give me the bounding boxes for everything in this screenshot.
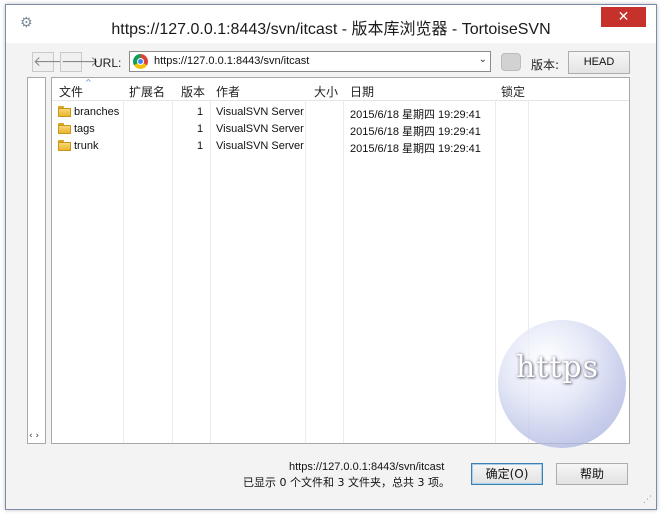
folder-icon <box>58 140 71 151</box>
sort-ascending-icon: ^ <box>85 78 92 87</box>
item-author: VisualSVN Server <box>216 140 304 152</box>
item-name: branches <box>74 106 120 118</box>
ok-button[interactable]: 确定(O) <box>471 463 543 485</box>
repo-browser-window: ⚙ https://127.0.0.1:8443/svn/itcast - 版本… <box>5 4 657 510</box>
close-button[interactable]: ✕ <box>601 7 646 27</box>
folder-icon <box>58 106 71 117</box>
item-name: tags <box>74 123 95 135</box>
chrome-icon <box>133 54 148 69</box>
folder-icon <box>58 123 71 134</box>
toolbar: 🡐 🡒 URL: https://127.0.0.1:8443/svn/itca… <box>6 47 656 77</box>
item-author: VisualSVN Server <box>216 106 304 118</box>
pane-split-arrows-icon[interactable]: ‹ › <box>29 431 39 441</box>
status-summary: 已显示 0 个文件和 3 文件夹，总共 3 项。 <box>243 476 450 489</box>
header-date[interactable]: 日期 <box>350 83 374 100</box>
title-bar: ⚙ https://127.0.0.1:8443/svn/itcast - 版本… <box>6 5 656 43</box>
item-name: trunk <box>74 140 99 152</box>
item-author: VisualSVN Server <box>216 123 304 135</box>
help-button[interactable]: 帮助 <box>556 463 628 485</box>
https-watermark-text: https <box>516 350 600 385</box>
window-title: https://127.0.0.1:8443/svn/itcast - 版本库浏… <box>111 21 551 38</box>
list-header: 文件 ^ 扩展名 版本 作者 大小 日期 锁定 <box>52 78 629 101</box>
item-date: 2015/6/18 星期四 19:29:41 <box>350 126 481 138</box>
url-value: https://127.0.0.1:8443/svn/itcast <box>154 55 310 67</box>
revision-label: 版本: <box>531 58 560 72</box>
header-rev[interactable]: 版本 <box>181 83 205 100</box>
tree-pane[interactable]: ‹ › <box>27 77 46 444</box>
bubble-icon[interactable] <box>501 53 521 71</box>
list-item[interactable]: trunk 1 VisualSVN Server 2015/6/18 星期四 1… <box>52 138 629 155</box>
status-url: https://127.0.0.1:8443/svn/itcast <box>289 461 445 473</box>
item-date: 2015/6/18 星期四 19:29:41 <box>350 109 481 121</box>
item-rev: 1 <box>197 123 204 135</box>
header-size[interactable]: 大小 <box>314 83 338 100</box>
header-lock[interactable]: 锁定 <box>501 83 525 100</box>
revision-head-button[interactable]: HEAD <box>568 51 630 74</box>
back-arrow-icon[interactable]: 🡐 <box>32 52 71 72</box>
item-rev: 1 <box>197 140 204 152</box>
resize-grip-icon[interactable]: ⋰ <box>643 495 652 505</box>
item-rev: 1 <box>197 106 204 118</box>
item-date: 2015/6/18 星期四 19:29:41 <box>350 143 481 155</box>
header-ext[interactable]: 扩展名 <box>129 83 165 100</box>
forward-arrow-icon[interactable]: 🡒 <box>60 52 99 72</box>
header-author[interactable]: 作者 <box>216 83 240 100</box>
url-label: URL: <box>94 56 122 70</box>
url-input[interactable]: https://127.0.0.1:8443/svn/itcast ⌄ <box>129 51 491 72</box>
list-item[interactable]: tags 1 VisualSVN Server 2015/6/18 星期四 19… <box>52 121 629 138</box>
url-dropdown-icon[interactable]: ⌄ <box>479 54 487 65</box>
header-file[interactable]: 文件 <box>59 83 83 100</box>
list-item[interactable]: branches 1 VisualSVN Server 2015/6/18 星期… <box>52 104 629 121</box>
